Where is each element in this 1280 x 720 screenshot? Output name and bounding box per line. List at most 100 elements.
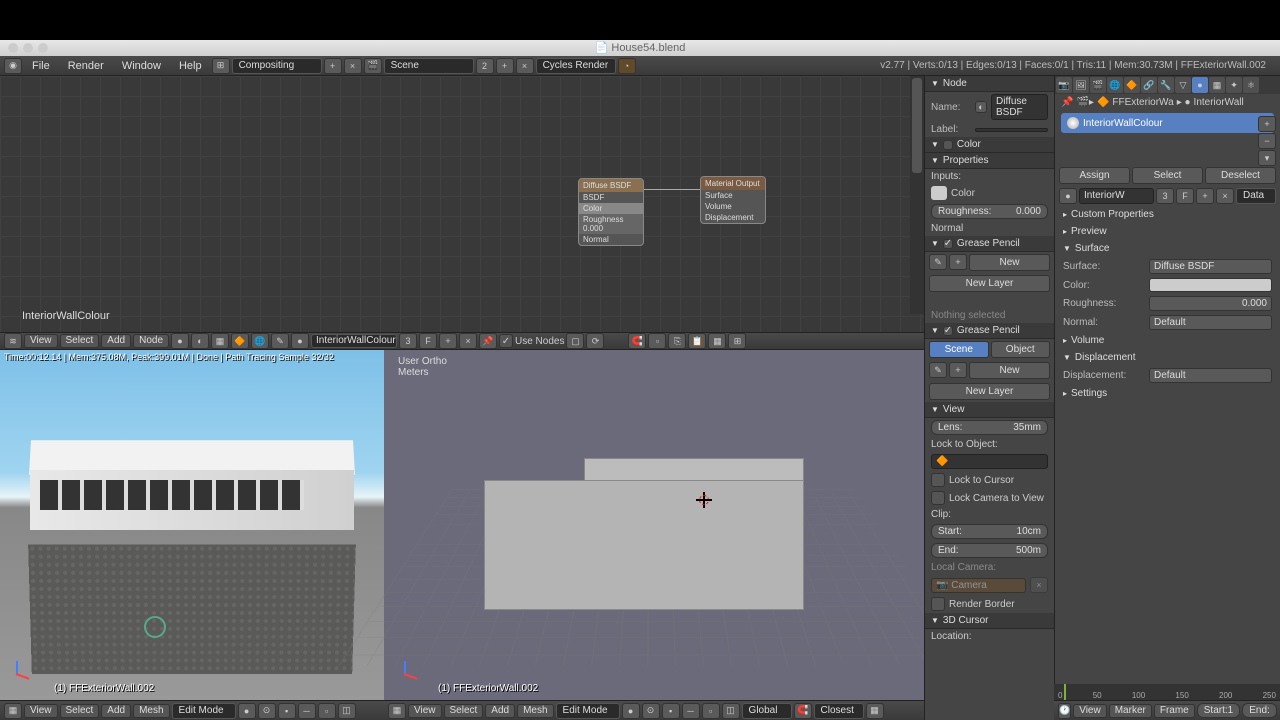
nh-node[interactable]: Node [133,334,169,348]
layout-add-icon[interactable]: + [324,58,342,74]
section-displacement[interactable]: Displacement [1055,349,1280,366]
section-gp2[interactable]: ✓Grease Pencil [925,323,1054,339]
fv-view[interactable]: View [24,704,58,718]
lock-obj-field[interactable]: 🔶 [931,454,1048,469]
fv-add[interactable]: Add [101,704,131,718]
tab-material-icon[interactable]: ● [1192,77,1208,93]
tab-render-icon[interactable]: 📷 [1056,77,1072,93]
editor-icon[interactable]: 🕐 [1058,703,1071,719]
gp-newlayer-button[interactable]: New Layer [929,275,1050,292]
timeline-track[interactable]: 0 50 100 150 200 250 [1054,684,1280,700]
autorender-icon[interactable]: ⟳ [586,333,604,349]
assign-button[interactable]: Assign [1059,167,1130,184]
node-socket-color[interactable]: Color [579,203,643,214]
lock-cursor-check[interactable] [931,473,945,487]
color-swatch[interactable] [931,186,947,200]
section-preview[interactable]: Preview [1055,223,1280,240]
label-field[interactable] [975,128,1048,132]
editor-icon[interactable]: ▦ [388,703,406,719]
tab-physics-icon[interactable]: ⚛ [1243,77,1259,93]
scene-del-icon[interactable]: × [516,58,534,74]
traffic-lights[interactable] [8,43,48,53]
gp-draw-icon[interactable]: ✎ [929,362,947,378]
node-socket-volume[interactable]: Volume [701,201,765,212]
tex-type-icon[interactable]: ▦ [211,333,229,349]
orientation-dropdown[interactable]: Global [742,703,792,719]
material-browse-icon[interactable]: ● [291,333,309,349]
snap-target[interactable]: Closest [814,703,864,719]
node-socket-roughness[interactable]: Roughness 0.000 [579,214,643,234]
snap-type-icon[interactable]: ▫ [648,333,666,349]
lock-cam-check[interactable] [931,491,945,505]
mat-browse-icon[interactable]: ● [1059,188,1077,204]
render-border-check[interactable] [931,597,945,611]
normal-dropdown[interactable]: Default [1149,315,1272,330]
material-name-field[interactable]: InteriorW [1079,188,1154,204]
clip-end-field[interactable]: End:500m [931,543,1048,558]
pivot-icon[interactable]: ⊙ [642,703,660,719]
layers-icon[interactable]: ▦ [866,703,884,719]
roughness-field[interactable]: 0.000 [1149,296,1272,311]
fv-mesh[interactable]: Mesh [517,704,553,718]
snap-icon[interactable]: 🧲 [794,703,812,719]
mat-del-icon[interactable]: × [459,333,477,349]
start-frame-field[interactable]: Start:1 [1197,703,1240,718]
name-field[interactable]: Diffuse BSDF [991,94,1048,120]
gp-draw-icon[interactable]: ✎ [929,254,947,270]
menu-help[interactable]: Help [171,60,210,72]
edit-viewport[interactable]: User Ortho Meters (1) FFExteriorWall.002 [384,350,924,700]
mat-users[interactable]: 3 [1156,188,1174,204]
mat-add-icon[interactable]: + [439,333,457,349]
deselect-button[interactable]: Deselect [1205,167,1276,184]
gp-object-button[interactable]: Object [991,341,1051,358]
tl-view[interactable]: View [1073,704,1107,718]
engine-dropdown[interactable]: Cycles Render [536,58,616,74]
mat-fake[interactable]: F [419,333,437,349]
section-node[interactable]: Node [925,76,1054,92]
gp-newlayer-button[interactable]: New Layer [929,383,1050,400]
pin-icon[interactable]: 📌 [1061,97,1073,108]
backdrop-icon[interactable]: ▢ [566,333,584,349]
limit-sel-icon[interactable]: ◫ [722,703,740,719]
shading-icon[interactable]: ● [238,703,256,719]
nh-view[interactable]: View [24,334,58,348]
section-volume[interactable]: Volume [1055,332,1280,349]
mode-dropdown[interactable]: Edit Mode [172,703,236,719]
tl-frame[interactable]: Frame [1154,704,1195,718]
edge-sel-icon[interactable]: ─ [298,703,316,719]
nh-select[interactable]: Select [60,334,100,348]
max-dot[interactable] [38,43,48,53]
layout-icon[interactable]: ⊞ [212,58,230,74]
lens-field[interactable]: Lens:35mm [931,420,1048,435]
fv-select[interactable]: Select [444,704,484,718]
section-color[interactable]: Color [925,137,1054,153]
face-sel-icon[interactable]: ▫ [702,703,720,719]
pin-icon[interactable]: 📌 [479,333,497,349]
material-field[interactable]: InteriorWallColour [311,334,397,348]
node-scrollbar[interactable] [910,76,924,314]
close-dot[interactable] [8,43,18,53]
tab-layers-icon[interactable]: 🖼 [1073,77,1089,93]
tl-marker[interactable]: Marker [1109,704,1152,718]
copy-icon[interactable]: ⎘ [668,333,686,349]
fv-add[interactable]: Add [485,704,515,718]
tab-object-icon[interactable]: 🔶 [1124,77,1140,93]
node-socket-surface[interactable]: Surface [701,190,765,201]
scene-add-icon[interactable]: + [496,58,514,74]
slot-menu-icon[interactable]: ▾ [1258,150,1276,166]
slot-remove-icon[interactable]: − [1258,133,1276,149]
tab-particle-icon[interactable]: ✦ [1226,77,1242,93]
scene-icon[interactable]: 🎬 [364,58,382,74]
gp-scene-button[interactable]: Scene [929,341,989,358]
tab-modifier-icon[interactable]: 🔧 [1158,77,1174,93]
tab-scene-icon[interactable]: 🎬 [1090,77,1106,93]
mat-users[interactable]: 3 [399,333,417,349]
layout-dropdown[interactable]: Compositing [232,58,322,74]
select-button[interactable]: Select [1132,167,1203,184]
gp-add-icon[interactable]: + [949,362,967,378]
section-settings[interactable]: Settings [1055,385,1280,402]
snap-grid2-icon[interactable]: ⊞ [728,333,746,349]
node-socket-normal[interactable]: Normal [579,234,643,245]
tab-constraint-icon[interactable]: 🔗 [1141,77,1157,93]
surface-dropdown[interactable]: Diffuse BSDF [1149,259,1272,274]
